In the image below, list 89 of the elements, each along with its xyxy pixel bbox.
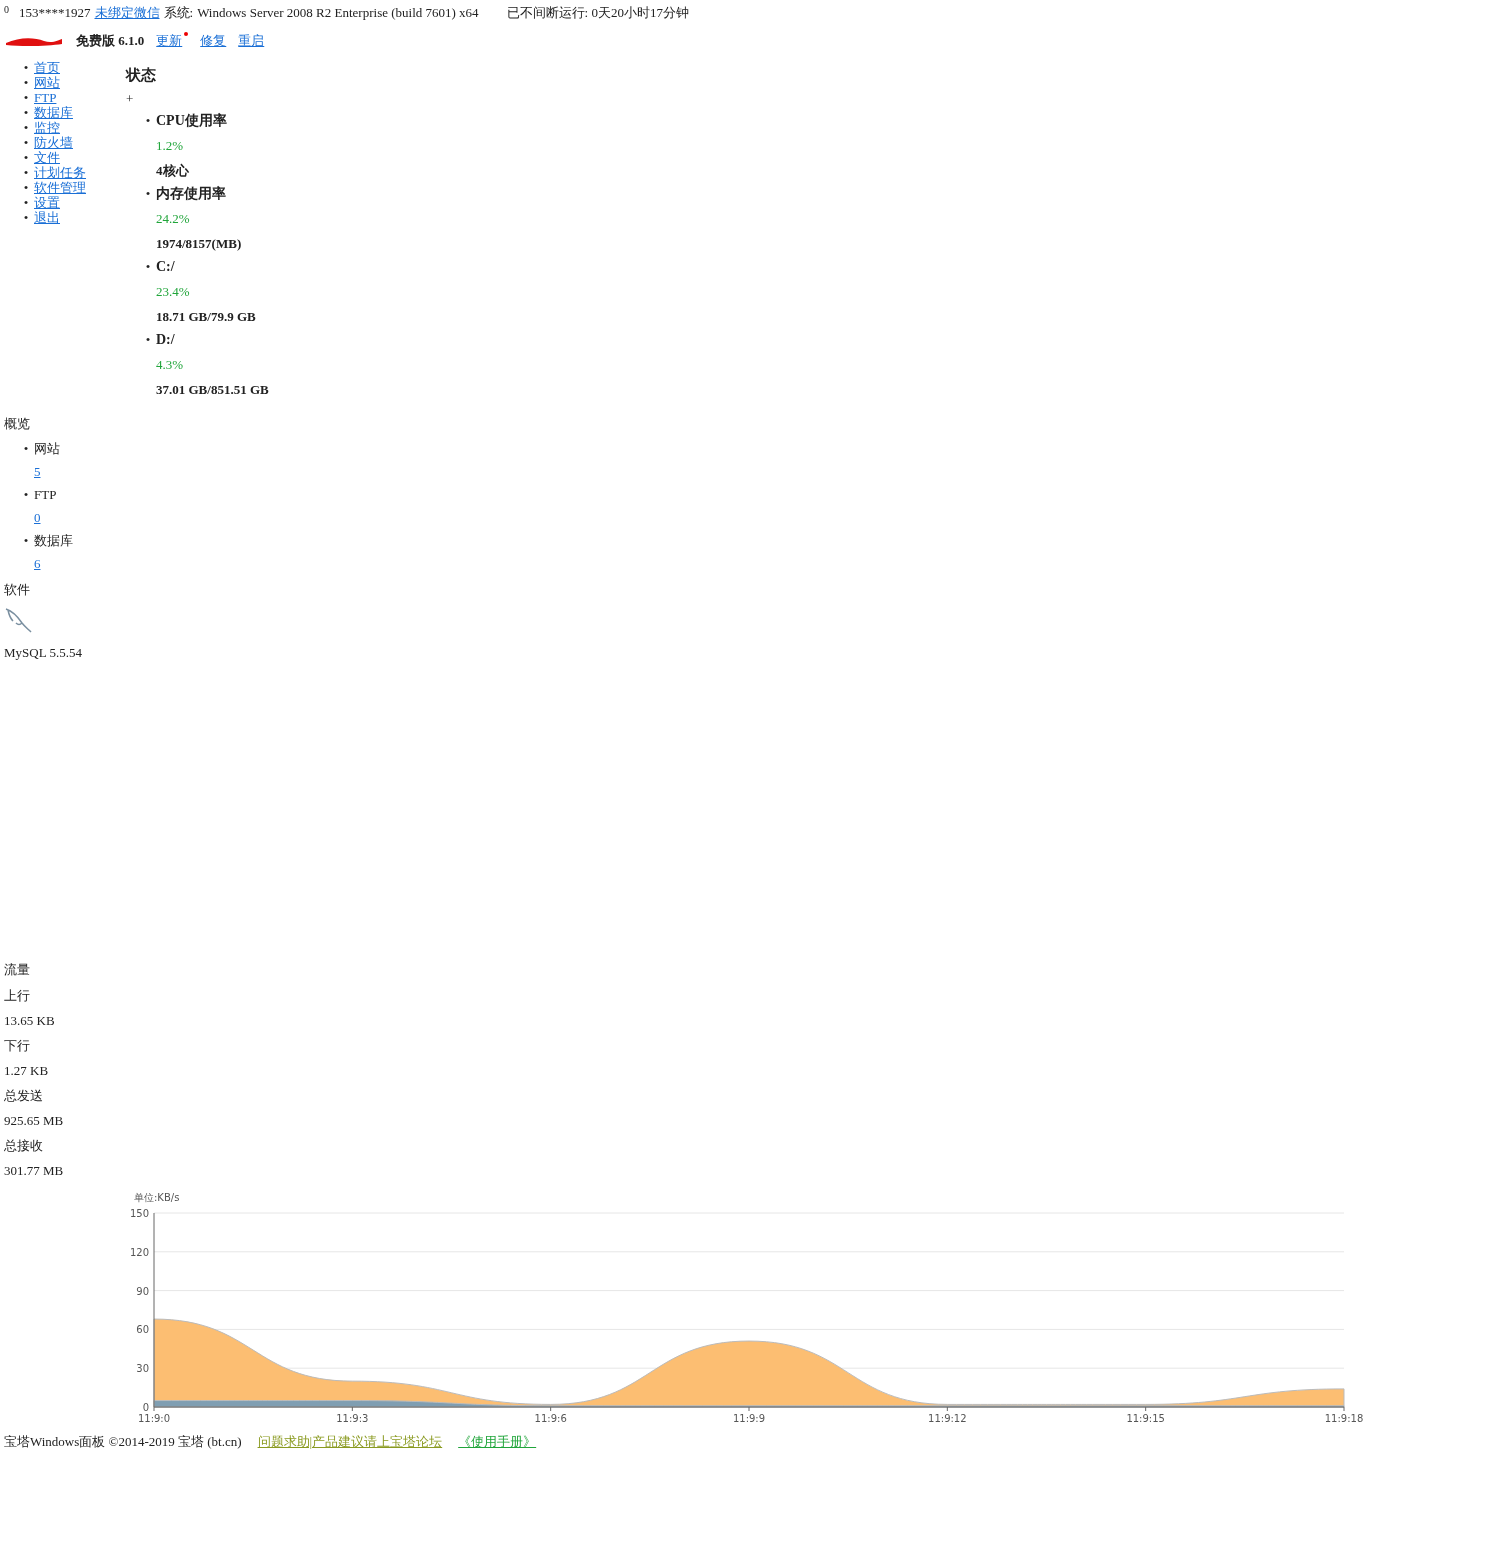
meter-detail: 4核心 bbox=[156, 163, 190, 178]
bullet-text: • bbox=[22, 120, 30, 135]
axis-label: 0 bbox=[142, 1402, 149, 1413]
bullet-text: • bbox=[22, 135, 30, 150]
meter-detail: 37.01 GB/851.51 GB bbox=[156, 382, 269, 397]
axis-label: 150 bbox=[129, 1208, 149, 1219]
nav-link[interactable]: 软件管理 bbox=[34, 180, 86, 195]
section-title: 概览 bbox=[4, 415, 31, 433]
meter-percent: 4.3% bbox=[156, 357, 185, 372]
traffic-label: 总发送 bbox=[4, 1087, 44, 1105]
axis-label: 11:9:3 bbox=[336, 1413, 369, 1424]
bullet-text: • bbox=[22, 75, 30, 90]
plus-text: + bbox=[126, 91, 134, 106]
bullet-text: • bbox=[22, 150, 30, 165]
version-action-link[interactable]: 更新 bbox=[156, 33, 183, 48]
count-link[interactable]: 5 bbox=[34, 464, 41, 479]
meter-title: D:/ bbox=[156, 332, 175, 347]
nav-link[interactable]: 退出 bbox=[34, 210, 60, 225]
unit-label: 单位:KB/s bbox=[134, 1192, 180, 1203]
axis-label: 120 bbox=[129, 1246, 149, 1258]
axis-label: 11:9:12 bbox=[928, 1413, 967, 1424]
bullet-text: • bbox=[22, 105, 30, 120]
bullet-text: • bbox=[22, 90, 30, 105]
bullet-text: • bbox=[22, 60, 30, 75]
meter-percent: 1.2% bbox=[156, 138, 185, 153]
badge-count: 0 bbox=[4, 4, 9, 15]
meter-detail: 1974/8157(MB) bbox=[156, 236, 243, 251]
bullet-text: • bbox=[22, 441, 30, 456]
nav-link[interactable]: 设置 bbox=[34, 195, 60, 210]
axis-label: 90 bbox=[136, 1285, 149, 1297]
footer-link[interactable]: 《使用手册》 bbox=[458, 1433, 537, 1451]
version-action-link[interactable]: 修复 bbox=[200, 33, 227, 48]
axis-label: 11:9:9 bbox=[732, 1413, 766, 1424]
bullet-text: • bbox=[22, 487, 30, 502]
meter-title: CPU使用率 bbox=[156, 113, 227, 128]
nav-link[interactable]: 首页 bbox=[34, 60, 60, 75]
overview-label: 网站 bbox=[34, 441, 60, 456]
section-title: 软件 bbox=[4, 581, 31, 599]
bullet-text: • bbox=[22, 195, 30, 210]
nav-link[interactable]: 防火墙 bbox=[34, 135, 73, 150]
axis-label: 11:9:0 bbox=[137, 1413, 171, 1424]
footer-link[interactable]: 问题求助|产品建议请上宝塔论坛 bbox=[257, 1433, 443, 1451]
wechat-link[interactable]: 未绑定微信 bbox=[94, 4, 160, 22]
meter-percent: 23.4% bbox=[156, 284, 191, 299]
redaction-scribble-icon bbox=[4, 35, 64, 47]
version-action-link[interactable]: 重启 bbox=[238, 33, 265, 48]
nav-link[interactable]: 监控 bbox=[34, 120, 60, 135]
system-info: Windows Server 2008 R2 Enterprise (build 7601) x64 bbox=[197, 5, 479, 21]
bullet-text: • bbox=[144, 332, 152, 347]
nav-link[interactable]: FTP bbox=[34, 90, 57, 105]
nav-link[interactable]: 数据库 bbox=[34, 105, 73, 120]
bullet-text: • bbox=[144, 113, 152, 128]
uptime-text: 已不间断运行: 0天20小时17分钟 bbox=[506, 4, 689, 22]
meter-detail: 18.71 GB/79.9 GB bbox=[156, 309, 257, 324]
copyright-text: 宝塔Windows面板 ©2014-2019 宝塔 (bt.cn) bbox=[4, 1433, 242, 1451]
count-link[interactable]: 0 bbox=[34, 510, 41, 525]
bullet-text: • bbox=[22, 533, 30, 548]
axis-label: 60 bbox=[136, 1324, 149, 1336]
axis-label: 11:9:18 bbox=[1324, 1413, 1364, 1424]
meter-percent: 24.2% bbox=[156, 211, 191, 226]
traffic-label: 上行 bbox=[4, 987, 31, 1005]
account-number: 153****1927 bbox=[19, 5, 91, 21]
overview-label: 数据库 bbox=[34, 533, 73, 548]
overview-label: FTP bbox=[34, 487, 57, 502]
section-title: 状态 bbox=[126, 66, 157, 85]
traffic-value: 301.77 MB bbox=[4, 1163, 65, 1179]
traffic-value: 925.65 MB bbox=[4, 1113, 65, 1129]
traffic-value: 1.27 KB bbox=[4, 1063, 50, 1079]
axis-label: 30 bbox=[136, 1363, 149, 1375]
traffic-label: 总接收 bbox=[4, 1137, 44, 1155]
bullet-text: • bbox=[144, 259, 152, 274]
traffic-label: 下行 bbox=[4, 1037, 31, 1055]
meter-title: 内存使用率 bbox=[156, 186, 226, 201]
nav-link[interactable]: 文件 bbox=[34, 150, 60, 165]
count-link[interactable]: 6 bbox=[34, 556, 41, 571]
nav-link[interactable]: 网站 bbox=[34, 75, 60, 90]
traffic-value: 13.65 KB bbox=[4, 1013, 56, 1029]
bullet-text: • bbox=[22, 210, 30, 225]
system-label: 系统: bbox=[163, 4, 194, 22]
bullet-text: • bbox=[22, 180, 30, 195]
software-name: MySQL 5.5.54 bbox=[4, 645, 83, 661]
axis-label: 11:9:15 bbox=[1126, 1413, 1165, 1424]
meter-title: C:/ bbox=[156, 259, 175, 274]
version-label: 免费版 6.1.0 bbox=[76, 32, 145, 50]
bullet-text: • bbox=[22, 165, 30, 180]
section-title: 流量 bbox=[4, 961, 31, 979]
axis-label: 11:9:6 bbox=[534, 1413, 567, 1424]
bullet-text: • bbox=[144, 186, 152, 201]
nav-link[interactable]: 计划任务 bbox=[34, 165, 86, 180]
